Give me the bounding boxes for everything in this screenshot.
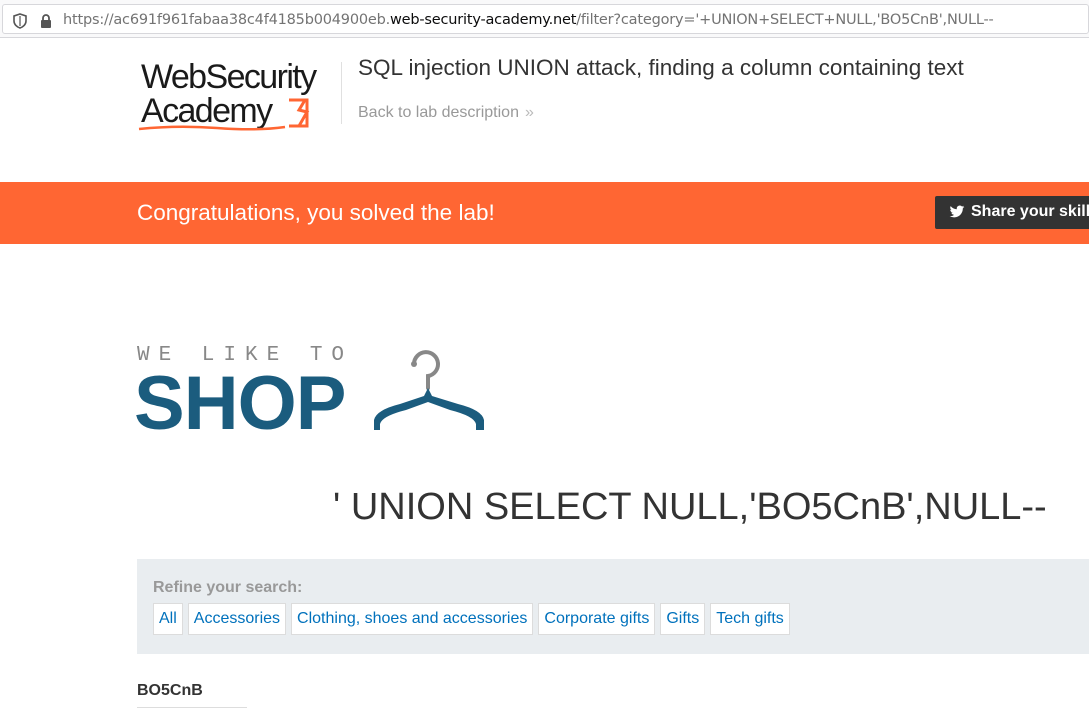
refine-panel: Refine your search: All Accessories Clot…: [137, 559, 1089, 654]
url-domain: web-security-academy.net: [390, 12, 577, 28]
url-path: /filter?category='+UNION+SELECT+NULL,'BO…: [576, 12, 994, 28]
filter-gifts[interactable]: Gifts: [660, 603, 706, 635]
filter-corporate-gifts[interactable]: Corporate gifts: [538, 603, 656, 635]
logo-underline: [138, 125, 286, 131]
lock-icon[interactable]: [39, 13, 53, 34]
share-label: Share your skills!: [971, 203, 1089, 220]
filter-clothing[interactable]: Clothing, shoes and accessories: [291, 603, 534, 635]
filter-all[interactable]: All: [153, 603, 183, 635]
category-filters: All Accessories Clothing, shoes and acce…: [153, 603, 790, 635]
twitter-icon: [949, 205, 965, 224]
url-prefix: https://ac691f961fabaa38c4f4185b004900eb…: [63, 12, 390, 28]
refine-label: Refine your search:: [153, 579, 303, 596]
academy-flame-icon: [289, 98, 310, 128]
share-button[interactable]: Share your skills!: [935, 196, 1089, 229]
browser-toolbar: https://ac691f961fabaa38c4f4185b004900eb…: [0, 0, 1089, 38]
double-chevron-icon: »: [524, 104, 534, 121]
filter-accessories[interactable]: Accessories: [187, 603, 287, 635]
logo-line1: WebSecurity: [141, 58, 317, 96]
shield-icon[interactable]: [13, 13, 27, 34]
success-banner: Congratulations, you solved the lab! Sha…: [0, 182, 1089, 244]
url-text[interactable]: https://ac691f961fabaa38c4f4185b004900eb…: [63, 12, 994, 28]
shop-logo-word: SHOP: [134, 361, 346, 446]
banner-message: Congratulations, you solved the lab!: [137, 200, 495, 225]
address-bar[interactable]: https://ac691f961fabaa38c4f4185b004900eb…: [2, 4, 1089, 34]
hanger-icon: [374, 350, 484, 430]
result-divider: [137, 707, 247, 708]
academy-logo[interactable]: WebSecurity Academy: [137, 58, 342, 136]
back-to-lab-link[interactable]: Back to lab description »: [358, 104, 534, 122]
lab-title: SQL injection UNION attack, finding a co…: [358, 55, 964, 80]
header-divider: [341, 62, 342, 124]
filter-tech-gifts[interactable]: Tech gifts: [710, 603, 790, 635]
page-heading: ' UNION SELECT NULL,'BO5CnB',NULL--: [333, 486, 1047, 528]
back-link-label: Back to lab description: [358, 104, 519, 121]
logo-line2: Academy: [141, 92, 273, 130]
result-heading: BO5CnB: [137, 682, 203, 699]
